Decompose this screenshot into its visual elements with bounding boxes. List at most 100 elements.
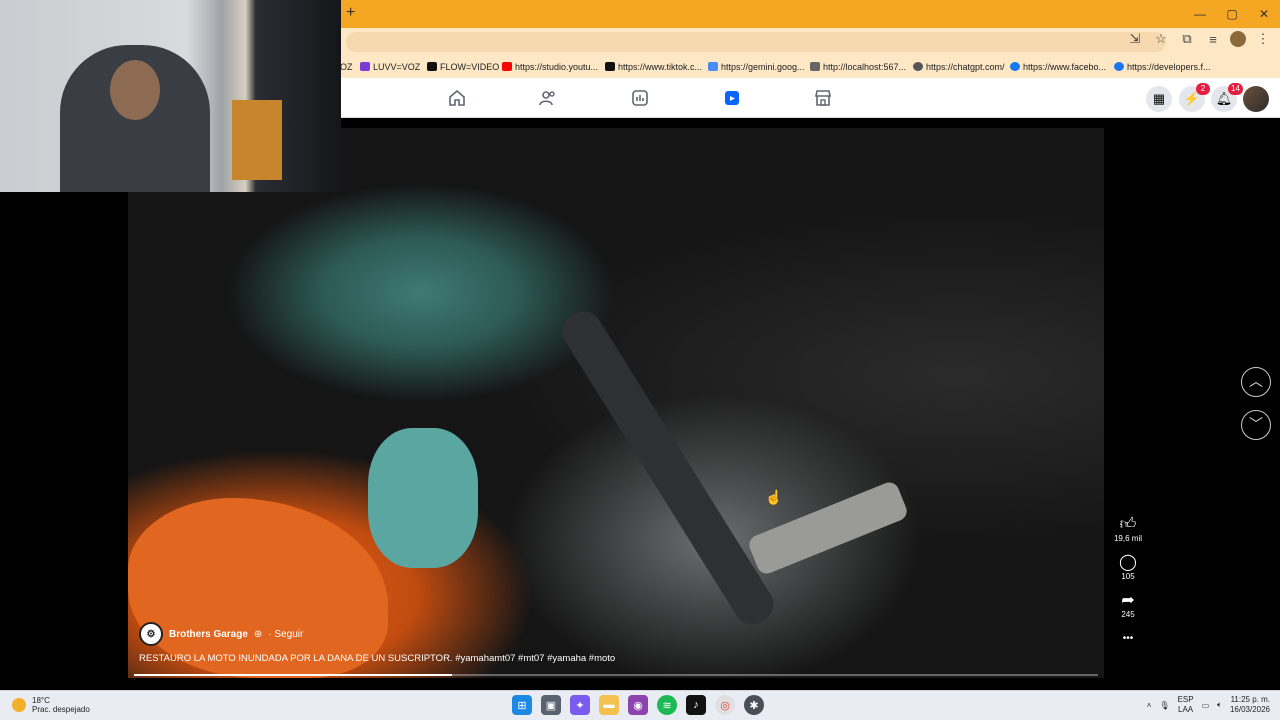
- browser-toolbar: ⇲ ☆ ⧉ ≡ ⋮: [1126, 31, 1272, 47]
- profile-avatar[interactable]: [1230, 31, 1246, 47]
- reels-icon[interactable]: [722, 88, 742, 108]
- weather-icon: [12, 698, 26, 712]
- author-avatar[interactable]: ⚙: [139, 622, 163, 646]
- bookmark-item[interactable]: https://studio.youtu...: [502, 62, 598, 72]
- link-icon: [810, 62, 820, 71]
- video-content: [368, 428, 478, 568]
- tiktok-icon[interactable]: ♪: [686, 695, 706, 715]
- weather-widget[interactable]: 18°C Prac. despejado: [12, 696, 90, 714]
- maximize-button[interactable]: ▢: [1216, 0, 1248, 28]
- wall-poster: [232, 100, 282, 180]
- windows-taskbar: 18°C Prac. despejado ⊞ ▣ ✦ ▬ ◉ ≋ ♪ ◎ ✱ ˄…: [0, 690, 1280, 720]
- bookmark-item[interactable]: FLOW=VIDEO: [427, 62, 499, 72]
- app-icon[interactable]: ✱: [744, 695, 764, 715]
- like-icon: 👍︎: [1119, 516, 1137, 533]
- messenger-badge: 2: [1196, 83, 1210, 95]
- language-indicator[interactable]: ESP LAA: [1178, 695, 1194, 715]
- notifications-badge: 14: [1228, 83, 1243, 95]
- comment-button[interactable]: ◯ 105: [1108, 554, 1148, 582]
- webcam-overlay: [0, 0, 341, 192]
- chevron-up-icon[interactable]: ˄: [1147, 701, 1152, 710]
- system-tray: ˄ 🎙︎ ESP LAA ▭ 🔈︎ 11:25 p. m. 16/03/2026: [1147, 695, 1270, 715]
- bookmark-item[interactable]: https://developers.f...: [1114, 62, 1211, 72]
- extensions-icon[interactable]: ⧉: [1178, 31, 1196, 47]
- close-button[interactable]: ✕: [1248, 0, 1280, 28]
- system-clock[interactable]: 11:25 p. m. 16/03/2026: [1230, 695, 1270, 715]
- more-icon: •••: [1122, 633, 1134, 644]
- account-avatar[interactable]: [1243, 86, 1269, 112]
- comment-count: 105: [1121, 572, 1135, 581]
- bookmark-star-icon[interactable]: ☆: [1152, 31, 1170, 47]
- gemini-icon: [708, 62, 718, 71]
- bookmark-favicon-icon: [427, 62, 437, 71]
- like-button[interactable]: 👍︎ 19,6 mil: [1108, 516, 1148, 544]
- video-content: [555, 304, 781, 632]
- reel-author: ⚙ Brothers Garage ⊛ · Seguir: [139, 622, 303, 646]
- video-progress-fill: [134, 674, 453, 676]
- spotify-icon[interactable]: ≋: [657, 695, 677, 715]
- home-icon[interactable]: [447, 88, 467, 108]
- language-code: ESP: [1177, 695, 1194, 704]
- file-explorer-icon[interactable]: ▬: [599, 695, 619, 715]
- volume-icon[interactable]: 🔈︎: [1217, 700, 1222, 710]
- grid-icon: ▦: [1152, 91, 1166, 106]
- weather-condition: Prac. despejado: [32, 705, 90, 714]
- reel-caption: RESTAURO LA MOTO INUNDADA POR LA DANA DE…: [139, 653, 616, 664]
- bookmark-item[interactable]: OZ: [340, 62, 353, 72]
- new-tab-button[interactable]: +: [346, 4, 355, 22]
- task-view-icon[interactable]: ▣: [541, 695, 561, 715]
- chatgpt-icon: [913, 62, 923, 71]
- bookmark-item[interactable]: https://chatgpt.com/: [913, 62, 1005, 72]
- youtube-icon: [502, 62, 512, 71]
- author-name[interactable]: Brothers Garage: [169, 629, 248, 640]
- install-app-icon[interactable]: ⇲: [1126, 31, 1144, 47]
- verified-icon: ⊛: [253, 628, 263, 640]
- bookmark-item[interactable]: http://localhost:567...: [810, 62, 906, 72]
- facebook-icon: [1010, 62, 1020, 71]
- start-icon[interactable]: ⊞: [512, 695, 532, 715]
- chevron-down-icon: ﹀: [1249, 416, 1263, 432]
- video-progress-bar[interactable]: [134, 674, 1098, 676]
- media-icon[interactable]: ≡: [1204, 32, 1222, 47]
- bookmark-item[interactable]: LUVV=VOZ: [360, 62, 420, 72]
- keyboard-layout: LAA: [1178, 705, 1194, 714]
- omnibox[interactable]: [346, 32, 1166, 52]
- microphone-icon[interactable]: 🎙︎: [1159, 701, 1169, 710]
- next-reel-button[interactable]: ﹀: [1241, 410, 1271, 440]
- facebook-icon: [1114, 62, 1124, 71]
- video-content: [128, 498, 388, 678]
- like-count: 19,6 mil: [1113, 534, 1142, 543]
- mouse-cursor-icon: ☝: [765, 489, 783, 505]
- chevron-up-icon: ︿: [1249, 373, 1263, 389]
- menu-grid-button[interactable]: ▦: [1146, 86, 1172, 112]
- menu-kebab-icon[interactable]: ⋮: [1254, 31, 1272, 47]
- feeds-icon[interactable]: [630, 88, 650, 108]
- clock-time: 11:25 p. m.: [1230, 695, 1270, 704]
- marketplace-icon[interactable]: [813, 88, 833, 108]
- copilot-icon[interactable]: ✦: [570, 695, 590, 715]
- reel-video[interactable]: [128, 128, 1104, 678]
- more-options-button[interactable]: •••: [1108, 630, 1148, 648]
- clock-date: 16/03/2026: [1229, 705, 1270, 714]
- window-controls: — ▢ ✕: [1184, 0, 1280, 28]
- bookmark-item[interactable]: https://www.facebo...: [1010, 62, 1106, 72]
- friends-icon[interactable]: [538, 88, 558, 108]
- chrome-icon[interactable]: ◎: [715, 695, 735, 715]
- tiktok-icon: [605, 62, 615, 71]
- webcam-person-head: [110, 60, 160, 120]
- share-icon: ➦: [1121, 592, 1135, 609]
- minimize-button[interactable]: —: [1184, 0, 1216, 28]
- taskbar-apps: ⊞ ▣ ✦ ▬ ◉ ≋ ♪ ◎ ✱: [512, 695, 764, 715]
- comment-icon: ◯: [1119, 554, 1137, 571]
- app-icon[interactable]: ◉: [628, 695, 648, 715]
- share-button[interactable]: ➦ 245: [1108, 592, 1148, 620]
- bookmark-favicon-icon: [360, 62, 370, 71]
- previous-reel-button[interactable]: ︿: [1241, 367, 1271, 397]
- temperature: 18°C: [32, 696, 50, 705]
- follow-button[interactable]: · Seguir: [268, 629, 303, 640]
- bookmark-item[interactable]: https://www.tiktok.c...: [605, 62, 702, 72]
- reel-actions: 👍︎ 19,6 mil ◯ 105 ➦ 245 •••: [1108, 516, 1148, 658]
- display-icon[interactable]: ▭: [1202, 701, 1210, 710]
- bookmark-item[interactable]: https://gemini.goog...: [708, 62, 805, 72]
- share-count: 245: [1121, 610, 1135, 619]
